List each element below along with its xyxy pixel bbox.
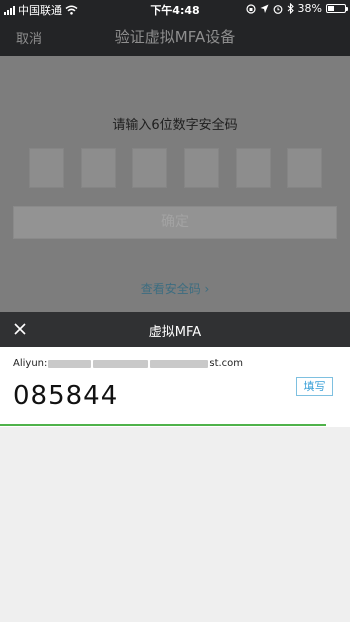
- code-digit-input-4[interactable]: [184, 148, 219, 188]
- battery-icon: [326, 4, 348, 13]
- redacted-text: [150, 359, 209, 368]
- page-title: 验证虚拟MFA设备: [114, 28, 236, 46]
- status-right: 38%: [245, 2, 348, 15]
- fill-code-button[interactable]: 填写: [296, 377, 333, 396]
- mfa-sheet-header: 虚拟MFA: [0, 312, 350, 347]
- code-digit-input-3[interactable]: [132, 148, 167, 188]
- battery-level: [328, 6, 335, 11]
- redacted-text: [93, 359, 149, 368]
- location-icon: [260, 4, 269, 13]
- navigation-bar: 取消 验证虚拟MFA设备: [0, 18, 350, 56]
- code-digit-input-6[interactable]: [287, 148, 322, 188]
- code-timer-track: [0, 424, 350, 426]
- view-security-code-link[interactable]: 查看安全码 ›: [0, 280, 350, 297]
- account-prefix: Aliyun:: [13, 358, 48, 369]
- sheet-empty-area: [0, 427, 350, 622]
- code-prompt: 请输入6位数字安全码: [112, 118, 238, 133]
- code-digit-input-1[interactable]: [29, 148, 64, 188]
- mfa-code: 085844: [13, 381, 119, 411]
- account-suffix: st.com: [209, 358, 244, 369]
- code-digit-input-5[interactable]: [236, 148, 271, 188]
- alarm-icon: [273, 4, 282, 14]
- confirm-button[interactable]: 确定: [13, 206, 337, 239]
- code-timer-bar: [0, 424, 326, 426]
- account-name: Aliyun: st.com: [13, 358, 243, 369]
- battery-percent: 38%: [297, 2, 322, 15]
- status-bar: 中国联通 下午4:48 38%: [0, 0, 350, 18]
- code-digit-input-2[interactable]: [81, 148, 116, 188]
- mfa-account-card: Aliyun: st.com 085844 填写: [0, 347, 350, 427]
- bluetooth-icon: [287, 3, 294, 14]
- mfa-sheet-title: 虚拟MFA: [148, 325, 202, 340]
- redacted-text: [48, 359, 92, 368]
- verify-page-overlay: 请输入6位数字安全码 确定 查看安全码 ›: [0, 56, 350, 312]
- orientation-lock-icon: [245, 3, 256, 14]
